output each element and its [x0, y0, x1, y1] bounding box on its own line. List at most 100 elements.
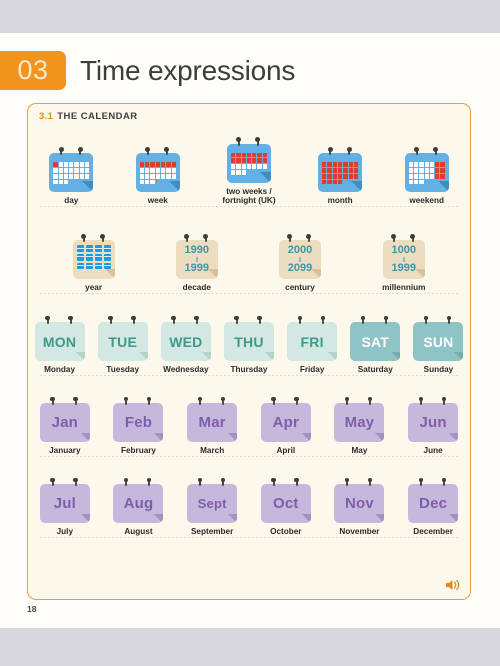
mini-calendar-icon [85, 245, 93, 252]
span-year-from: 1000 [391, 244, 416, 257]
span-item[interactable]: year [72, 233, 115, 293]
day-name: Thursday [230, 365, 268, 375]
calendar-cell [74, 162, 79, 168]
calendar-cell [145, 173, 150, 179]
month-item[interactable]: Aug August [113, 477, 164, 537]
calendar-cell [58, 173, 63, 179]
calendar-cell [171, 162, 176, 168]
month-name: November [339, 527, 380, 537]
weekday-item[interactable]: WED Wednesday [160, 315, 211, 375]
month-item[interactable]: Jan January [39, 396, 90, 456]
day-abbreviation: SAT [361, 333, 390, 350]
month-item[interactable]: Apr April [260, 396, 311, 456]
period-item[interactable]: day [49, 146, 94, 206]
binder-ring-icon [73, 396, 78, 406]
calendar-cell [69, 162, 74, 168]
span-label: year [85, 283, 103, 293]
day-abbreviation: TUE [108, 333, 137, 350]
binder-ring-icon [410, 233, 416, 243]
calendar-millennium-icon: 1000 1999 [382, 233, 425, 280]
period-item[interactable]: week [135, 146, 180, 206]
weekday-item[interactable]: SAT Saturday [350, 315, 401, 375]
binder-ring-icon [50, 396, 55, 406]
span-item[interactable]: 1000 1999 millennium [382, 233, 425, 293]
calendar-cell [322, 168, 327, 173]
calendar-cell [440, 173, 445, 179]
day-name: Tuesday [106, 365, 139, 375]
calendar-cell [337, 162, 343, 168]
calendar-body [404, 153, 449, 193]
month-name: September [190, 527, 234, 537]
calendar-panel: 3.1 THE CALENDAR day week two weeks / fortni… [27, 103, 471, 600]
month-item[interactable]: Sept September [187, 477, 238, 537]
month-item[interactable]: Jul July [39, 477, 90, 537]
calendar-cell [332, 162, 337, 168]
month-name: December [413, 527, 453, 537]
period-item[interactable]: month [318, 146, 363, 206]
period-label: day [64, 196, 79, 206]
calendar-cell [63, 179, 69, 185]
speaker-icon[interactable] [445, 578, 461, 592]
month-item[interactable]: Feb February [113, 396, 164, 456]
calendar-cell [419, 168, 424, 173]
span-year-from: 2000 [287, 244, 313, 257]
calendar-cell [58, 179, 63, 185]
calendar-cell [139, 162, 145, 168]
month-name: June [423, 446, 443, 456]
calendar-cell [435, 168, 440, 173]
calendar-week-icon [135, 146, 180, 193]
calendar-cell [139, 168, 145, 173]
binder-ring-icon [184, 233, 190, 243]
calendar-cell [230, 158, 236, 164]
calendar-cell [430, 180, 434, 185]
month-item[interactable]: Jun June [408, 396, 459, 456]
calendar-cell [252, 158, 257, 164]
weekday-item[interactable]: THU Thursday [223, 315, 274, 375]
month-item[interactable]: Mar March [187, 396, 238, 456]
calendar-month-tile-aug: Aug [113, 477, 164, 524]
weekday-item[interactable]: SUN Sunday [413, 315, 464, 375]
binder-ring-icon [441, 477, 447, 487]
mini-calendar-icon [85, 253, 93, 261]
calendar-cell [230, 169, 236, 175]
mini-calendar-icon [103, 253, 111, 261]
month-name: January [49, 446, 81, 456]
calendar-day-tile-sun: SUN [413, 315, 464, 362]
month-abbreviation: Jul [53, 495, 76, 513]
month-name: March [200, 446, 225, 456]
calendar-cell [53, 162, 58, 168]
page-title: Time expressions [80, 54, 296, 86]
binder-ring-icon [271, 477, 276, 487]
month-item[interactable]: Nov November [334, 477, 385, 537]
calendar-cell [145, 179, 150, 185]
weekday-item[interactable]: FRI Friday [287, 315, 338, 375]
month-item[interactable]: Oct October [260, 477, 311, 537]
calendar-cell [413, 173, 419, 179]
span-year-from: 1990 [184, 244, 210, 257]
calendar-day-tile-mon: MON [34, 315, 85, 362]
day-abbreviation: FRI [300, 333, 324, 350]
period-item[interactable]: weekend [404, 146, 449, 206]
calendar-cell [413, 162, 419, 168]
span-item[interactable]: 2000 2099 century [278, 233, 321, 293]
binder-ring-icon [81, 233, 87, 243]
calendar-cell [230, 164, 236, 169]
span-item[interactable]: 1990 1999 decade [175, 233, 218, 293]
binder-ring-icon [418, 477, 424, 487]
calendar-cell [435, 173, 440, 179]
binder-ring-icon [294, 477, 299, 487]
month-item[interactable]: May May [334, 396, 385, 456]
binder-ring-icon [346, 146, 352, 156]
weekday-item[interactable]: MON Monday [34, 315, 85, 375]
calendar-day-tile-thu: THU [223, 315, 274, 362]
calendar-cell [241, 164, 246, 169]
month-name: July [56, 527, 74, 537]
row-time-periods: day week two weeks / fortnight (UK) month wee… [28, 128, 470, 206]
calendar-month-tile-dec: Dec [408, 477, 459, 524]
span-years: 1000 1999 [383, 240, 425, 279]
month-item[interactable]: Dec December [408, 477, 459, 537]
weekday-item[interactable]: TUE Tuesday [97, 315, 148, 375]
period-item[interactable]: two weeks / fortnight (UK) [222, 137, 276, 206]
section-number: 3.1 [39, 111, 54, 122]
period-label: weekend [409, 196, 444, 206]
